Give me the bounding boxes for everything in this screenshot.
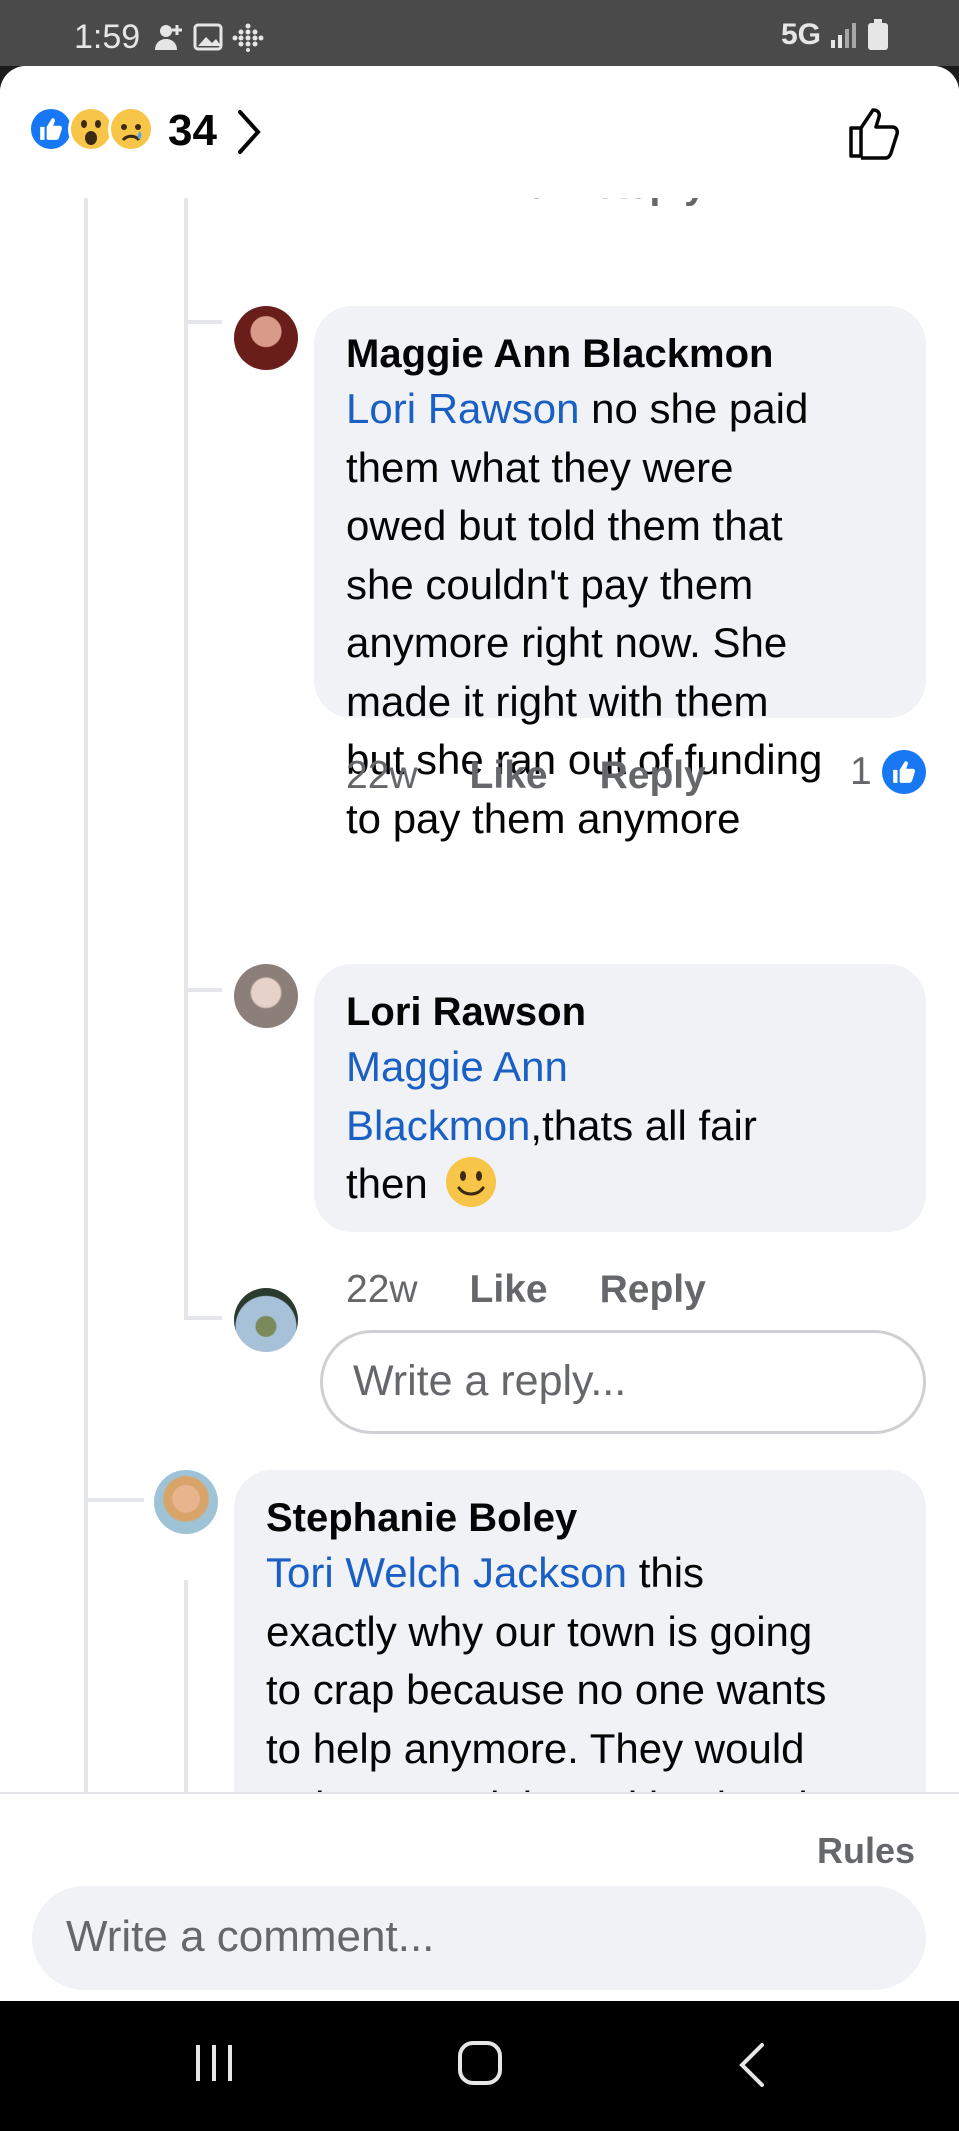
recent-apps-icon[interactable] — [192, 2041, 236, 2085]
thread-line-outer — [84, 198, 88, 1792]
add-person-icon — [155, 25, 182, 50]
comment-author[interactable]: Stephanie Boley — [266, 1492, 894, 1544]
rules-link[interactable]: Rules — [817, 1830, 915, 1872]
thumbs-up-icon[interactable] — [847, 104, 903, 160]
sad-reaction-icon — [108, 106, 154, 152]
mention-link[interactable]: Blackmon — [346, 1102, 530, 1149]
comment-actions: 22w Like Reply — [346, 1268, 706, 1312]
comment-author[interactable]: Maggie Ann Blackmon — [346, 328, 894, 380]
like-link[interactable]: Like — [470, 198, 548, 208]
time-label: 22w — [346, 1268, 418, 1311]
status-icons-left — [152, 22, 264, 52]
status-bar: 1:59 5G — [0, 0, 959, 66]
reply-link[interactable]: Reply — [600, 754, 706, 798]
avatar[interactable] — [234, 964, 298, 1028]
back-icon[interactable] — [736, 2041, 768, 2089]
mention-link[interactable]: Lori Rawson — [346, 385, 579, 432]
chevron-right-icon[interactable] — [236, 108, 264, 156]
reaction-count: 1 — [850, 750, 872, 793]
like-reaction-icon — [881, 750, 926, 794]
comment-input[interactable]: Write a comment... — [32, 1886, 926, 1990]
smile-emoji-icon — [446, 1157, 497, 1207]
reply-input[interactable]: Write a reply... — [320, 1330, 926, 1434]
avatar[interactable] — [154, 1470, 218, 1534]
time-label: 22w — [346, 198, 418, 208]
like-link[interactable]: Like — [470, 1268, 548, 1312]
time-label: 22w — [346, 754, 418, 797]
thread-connector — [84, 1498, 144, 1502]
dots-grid-icon — [232, 23, 264, 52]
reactions-header: 34 — [0, 66, 959, 198]
comment-actions-hidden: 22w Like Reply — [346, 198, 706, 208]
comment-actions: 22w Like Reply — [346, 754, 706, 798]
comment-footer: Rules Write a comment... — [0, 1792, 959, 2001]
reply-link[interactable]: Reply — [600, 198, 706, 208]
reaction-count[interactable]: 34 — [168, 106, 217, 156]
comment-bubble: Lori Rawson Maggie Ann Blackmon,thats al… — [314, 964, 926, 1232]
network-label: 5G — [780, 18, 821, 51]
battery-icon — [868, 19, 888, 50]
image-icon — [193, 23, 223, 51]
status-right: 5G — [781, 18, 889, 52]
comment-bubble: Stephanie Boley Tori Welch Jackson this … — [234, 1470, 926, 1792]
status-time: 1:59 — [74, 18, 141, 56]
thread-connector — [184, 1316, 222, 1320]
comment-author[interactable]: Lori Rawson — [346, 986, 894, 1038]
thread-line-inner — [184, 198, 188, 1320]
comment-text: Tori Welch Jackson this exactly why our … — [266, 1549, 827, 1792]
thread-connector — [184, 320, 222, 324]
home-icon[interactable] — [456, 2039, 504, 2087]
thread-connector — [184, 988, 222, 992]
comment-reaction[interactable]: 1 — [850, 750, 926, 794]
comment-text: Maggie Ann Blackmon,thats all fair then — [346, 1043, 757, 1207]
signal-icon — [831, 23, 856, 48]
comment-bubble: Maggie Ann Blackmon Lori Rawson no she p… — [314, 306, 926, 842]
reaction-summary[interactable] — [28, 106, 154, 152]
mention-link[interactable]: Maggie Ann — [346, 1043, 568, 1090]
like-link[interactable]: Like — [470, 754, 548, 798]
comment-thread[interactable]: 22w Like Reply Maggie Ann Blackmon Lori … — [0, 198, 959, 1792]
thread-line-reply — [184, 1580, 188, 1792]
reply-link[interactable]: Reply — [600, 1268, 706, 1312]
mention-link[interactable]: Tori Welch Jackson — [266, 1549, 627, 1596]
navigation-bar — [0, 2001, 959, 2131]
comments-sheet: 34 22w Like Reply Maggie Ann Blackmon Lo… — [0, 66, 959, 2001]
avatar[interactable] — [234, 306, 298, 370]
avatar — [234, 1288, 298, 1352]
